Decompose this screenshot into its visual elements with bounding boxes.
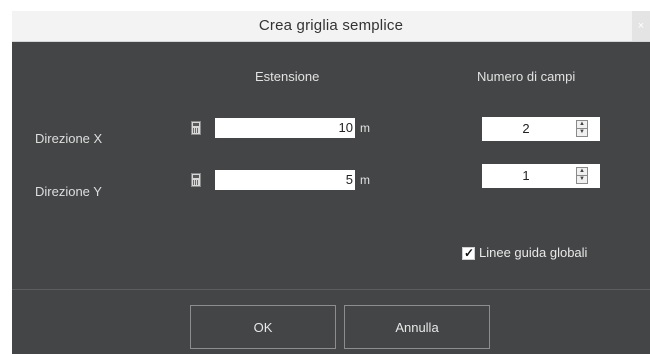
footer-divider — [12, 289, 650, 290]
calculator-icon[interactable] — [191, 121, 201, 135]
direction-y-label: Direzione Y — [35, 184, 102, 199]
direction-x-fields-value[interactable]: 2 — [482, 117, 570, 141]
close-icon[interactable]: × — [632, 11, 650, 41]
column-header-fields: Numero di campi — [477, 69, 576, 84]
direction-y-extent-input[interactable]: 5 — [215, 170, 355, 190]
dialog-title: Crea griglia semplice — [258, 17, 404, 34]
check-icon: ✓ — [463, 246, 475, 260]
cancel-button[interactable]: Annulla — [344, 305, 490, 349]
direction-y-fields-stepper[interactable]: 1 ▲ ▼ — [482, 164, 600, 188]
global-guides-checkbox[interactable]: ✓ — [462, 246, 475, 260]
spin-up-icon[interactable]: ▲ — [577, 168, 587, 176]
direction-y-fields-value[interactable]: 1 — [482, 164, 570, 188]
calculator-icon[interactable] — [191, 173, 201, 187]
spin-down-icon[interactable]: ▼ — [577, 176, 587, 183]
spin-buttons[interactable]: ▲ ▼ — [576, 167, 588, 184]
title-bar: Crea griglia semplice × — [12, 11, 650, 42]
spin-down-icon[interactable]: ▼ — [577, 129, 587, 136]
direction-x-label: Direzione X — [35, 131, 103, 146]
column-header-extent: Estensione — [255, 69, 320, 84]
ok-button[interactable]: OK — [190, 305, 336, 349]
direction-x-fields-stepper[interactable]: 2 ▲ ▼ — [482, 117, 600, 141]
spin-up-icon[interactable]: ▲ — [577, 121, 587, 129]
direction-x-unit: m — [360, 121, 370, 135]
spin-buttons[interactable]: ▲ ▼ — [576, 120, 588, 137]
direction-y-unit: m — [360, 173, 370, 187]
simple-grid-dialog: Crea griglia semplice × Estensione Numer… — [12, 11, 650, 354]
global-guides-label[interactable]: Linee guida globali — [479, 245, 587, 260]
direction-x-extent-input[interactable]: 10 — [215, 118, 355, 138]
